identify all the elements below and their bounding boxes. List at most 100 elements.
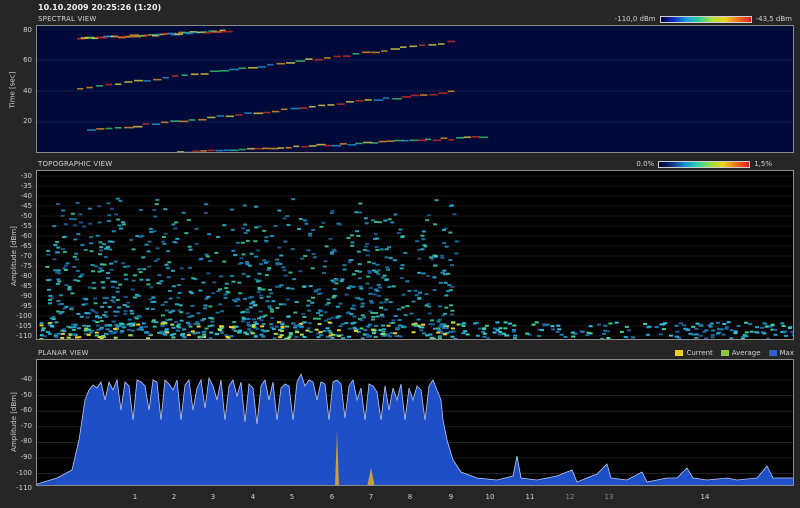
spectral-scale-max: -43,5 dBm bbox=[755, 15, 792, 23]
topographic-cell bbox=[365, 282, 370, 285]
topographic-cell bbox=[347, 327, 352, 330]
spectral-view-plot[interactable] bbox=[36, 25, 794, 153]
topographic-cell bbox=[162, 242, 167, 245]
topographic-cell bbox=[68, 217, 73, 220]
topographic-cell bbox=[316, 336, 321, 339]
spectral-streak bbox=[370, 142, 379, 144]
topographic-cell bbox=[450, 309, 455, 312]
planar-ytick: -90 bbox=[20, 453, 32, 461]
topographic-cell bbox=[791, 333, 793, 336]
topographic-cell bbox=[137, 268, 142, 271]
topographic-cell bbox=[170, 310, 175, 313]
planar-legend: Current Average Max bbox=[675, 349, 794, 357]
topographic-cell bbox=[135, 294, 140, 297]
topographic-cell bbox=[188, 248, 193, 251]
spectral-streak bbox=[347, 144, 357, 146]
spectral-streak bbox=[177, 151, 185, 152]
topographic-cell bbox=[278, 329, 283, 332]
topographic-cell bbox=[83, 248, 88, 251]
topographic-cell bbox=[163, 333, 168, 336]
topographic-cell bbox=[132, 296, 137, 299]
topographic-cell bbox=[367, 270, 372, 273]
topographic-cell bbox=[257, 272, 262, 275]
legend-average[interactable]: Average bbox=[720, 349, 761, 357]
topographic-cell bbox=[89, 242, 94, 245]
topographic-cell bbox=[351, 273, 356, 276]
topographic-cell bbox=[323, 311, 328, 314]
topographic-cell bbox=[308, 234, 313, 237]
topographic-cell bbox=[194, 242, 199, 245]
topographic-cell bbox=[56, 269, 61, 272]
topographic-cell bbox=[265, 260, 270, 263]
topographic-cell bbox=[482, 332, 487, 335]
topographic-cell bbox=[736, 324, 741, 327]
topographic-cell bbox=[729, 337, 734, 339]
legend-current[interactable]: Current bbox=[675, 349, 713, 357]
topographic-cell bbox=[110, 299, 115, 302]
spectral-streak bbox=[115, 83, 122, 86]
topographic-cell bbox=[486, 337, 491, 339]
topographic-cell bbox=[108, 248, 113, 251]
topographic-cell bbox=[420, 326, 425, 329]
topographic-cell bbox=[430, 258, 435, 261]
topographic-cell bbox=[472, 322, 477, 325]
topographic-cell bbox=[270, 316, 275, 319]
topographic-cell bbox=[203, 211, 208, 214]
topographic-cell bbox=[225, 335, 230, 338]
topographic-cell bbox=[341, 337, 346, 339]
topographic-cell bbox=[234, 325, 239, 328]
topographic-cell bbox=[86, 325, 91, 328]
topographic-cell bbox=[324, 245, 329, 248]
topographic-cell bbox=[47, 332, 52, 335]
spectral-streak bbox=[208, 149, 216, 152]
topographic-cell bbox=[261, 323, 266, 326]
topographic-cell bbox=[78, 213, 83, 216]
topographic-cell bbox=[331, 281, 336, 284]
topographic-cell bbox=[210, 320, 215, 323]
topographic-cell bbox=[220, 331, 225, 334]
topographic-cell bbox=[340, 278, 345, 281]
topographic-cell bbox=[130, 329, 135, 332]
topographic-cell bbox=[238, 329, 243, 332]
topographic-cell bbox=[376, 294, 381, 297]
topographic-cell bbox=[729, 329, 734, 332]
topographic-cell bbox=[436, 320, 441, 323]
topographic-cell bbox=[439, 323, 444, 326]
topographic-cell bbox=[81, 303, 86, 306]
planar-ytick: -80 bbox=[20, 437, 32, 446]
topographic-cell bbox=[87, 207, 92, 210]
legend-max[interactable]: Max bbox=[768, 349, 794, 357]
topographic-cell bbox=[302, 285, 307, 288]
topographic-cell bbox=[270, 310, 275, 313]
topographic-cell bbox=[203, 307, 208, 310]
topographic-cell bbox=[174, 321, 179, 324]
topographic-cell bbox=[184, 232, 189, 235]
topographic-cell bbox=[58, 338, 63, 339]
topographic-cell bbox=[445, 290, 450, 293]
topographic-ytick: -85 bbox=[20, 282, 32, 290]
planar-spectrum bbox=[37, 372, 793, 485]
topographic-cell bbox=[126, 328, 131, 331]
topographic-cell bbox=[166, 267, 171, 270]
topographic-cell bbox=[52, 258, 57, 261]
topographic-cell bbox=[170, 269, 175, 272]
topographic-cell bbox=[190, 330, 195, 333]
topographic-cell bbox=[394, 334, 399, 337]
topographic-cell bbox=[42, 335, 47, 338]
spectral-streak bbox=[456, 137, 465, 139]
topographic-cell bbox=[202, 333, 207, 336]
topographic-ytick: -55 bbox=[20, 222, 32, 230]
spectral-streak bbox=[429, 93, 438, 96]
topographic-cell bbox=[623, 336, 628, 339]
channel-label: 6 bbox=[329, 493, 335, 501]
topographic-cell bbox=[152, 300, 157, 303]
channel-label: 4 bbox=[250, 493, 256, 501]
topographic-view-plot[interactable] bbox=[36, 170, 794, 340]
topographic-cell bbox=[733, 330, 738, 333]
spectral-streak bbox=[293, 145, 300, 148]
planar-view-plot[interactable] bbox=[36, 359, 794, 486]
topographic-cell bbox=[97, 205, 102, 208]
topographic-cell bbox=[338, 302, 343, 305]
topographic-cell bbox=[61, 248, 66, 251]
topographic-cell bbox=[551, 328, 556, 331]
